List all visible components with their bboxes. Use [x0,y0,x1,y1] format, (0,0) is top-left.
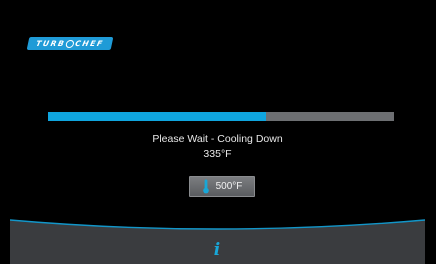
logo-text-left: TURB [35,39,67,48]
info-icon[interactable]: i [209,240,225,260]
thermometer-icon [202,179,209,194]
cooldown-progress-fill [48,112,266,121]
logo-text-right: CHEF [74,39,105,48]
cooldown-progress-bar [48,112,394,121]
oven-display-screen: TURB CHEF Please Wait - Cooling Down 335°… [10,8,425,264]
setpoint-label: 500°F [215,181,243,192]
current-temperature: 335°F [203,148,232,160]
turbochef-logo: TURB CHEF [26,37,114,50]
status-message: Please Wait - Cooling Down [152,133,283,145]
setpoint-temperature-button[interactable]: 500°F [189,176,255,197]
